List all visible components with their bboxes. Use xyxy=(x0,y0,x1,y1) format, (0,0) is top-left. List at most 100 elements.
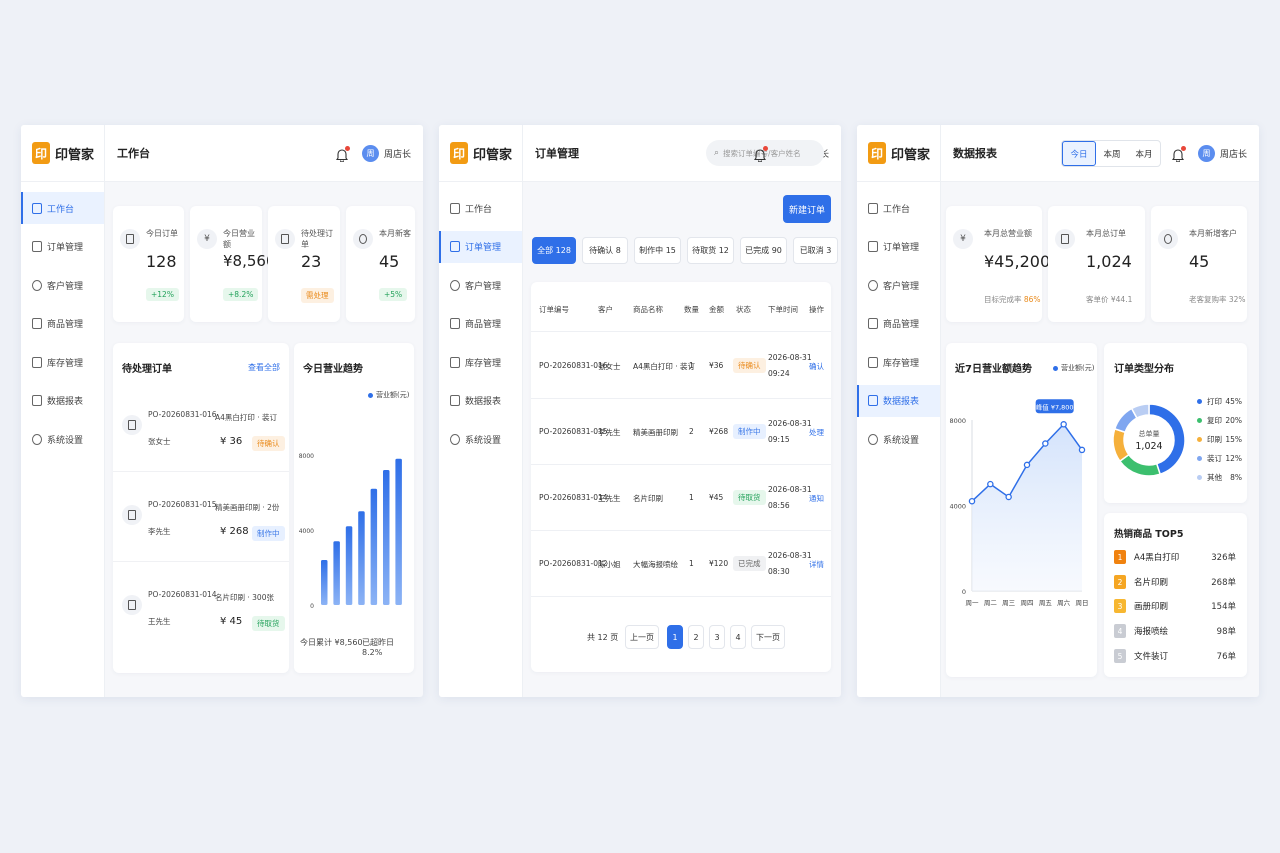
pending-row[interactable]: PO-20260831-015 李先生 精美画册印刷 · 2份 ¥ 268 制作… xyxy=(113,488,289,562)
user-name[interactable]: 周店长 xyxy=(1220,147,1247,160)
tab-to-pickup[interactable]: 待取货 12 xyxy=(687,237,734,264)
sidebar-item-orders[interactable]: 订单管理 xyxy=(857,231,940,263)
home-icon xyxy=(32,202,42,214)
table-row[interactable]: PO-20260831-014 王先生 名片印刷 1 ¥45 待取货 2026-… xyxy=(531,465,831,531)
page-button[interactable]: 3 xyxy=(709,625,725,649)
sidebar-item-label: 客户管理 xyxy=(465,281,502,292)
sidebar-item-inventory[interactable]: 库存管理 xyxy=(21,346,104,378)
sidebar-item-reports[interactable]: 数据报表 xyxy=(857,384,940,417)
sidebar-item-inventory[interactable]: 库存管理 xyxy=(857,346,940,378)
list-item[interactable]: 2 名片印刷 268单 xyxy=(1114,575,1236,589)
amount: ¥120 xyxy=(709,559,729,568)
sidebar-item-settings[interactable]: 系统设置 xyxy=(439,423,522,455)
table-row[interactable]: PO-20260831-012 陈小姐 大幅海报喷绘 1 ¥120 已完成 20… xyxy=(531,531,831,597)
logo[interactable]: 印 印管家 xyxy=(857,125,940,182)
sidebar-item-customers[interactable]: 客户管理 xyxy=(857,269,940,301)
section-title: 近7日营业额趋势 xyxy=(955,364,1032,375)
sidebar-item-label: 客户管理 xyxy=(883,281,920,292)
pending-orders-card: 待处理订单 查看全部 PO-20260831-016 张女士 A4黑白打印 · … xyxy=(113,343,289,673)
page-button[interactable]: 2 xyxy=(688,625,704,649)
x-tick-label: 周四 xyxy=(1021,599,1034,607)
sidebar-item-workbench[interactable]: 工作台 xyxy=(439,192,522,224)
chart-legend: 营业额(元) xyxy=(1053,363,1094,373)
bell-icon[interactable] xyxy=(1171,145,1186,162)
product-name: A4黑白打印 · 装订 xyxy=(633,362,696,371)
table-row[interactable]: PO-20260831-016 张女士 A4黑白打印 · 装订 1 ¥36 待确… xyxy=(531,333,831,399)
page-button[interactable]: 1 xyxy=(667,625,683,649)
sidebar-item-orders[interactable]: 订单管理 xyxy=(21,231,104,263)
data-point xyxy=(1078,446,1086,454)
pending-row[interactable]: PO-20260831-014 王先生 名片印刷 · 300张 ¥ 45 待取货 xyxy=(113,578,289,652)
period-month[interactable]: 本月 xyxy=(1128,141,1160,166)
sidebar-item-label: 商品管理 xyxy=(465,320,502,330)
page-button[interactable]: 4 xyxy=(730,625,746,649)
user-name[interactable]: 周店长 xyxy=(384,147,411,160)
stat-label: 本月新客 xyxy=(379,229,411,238)
sidebar-item-products[interactable]: 商品管理 xyxy=(21,308,104,340)
nav-list: 工作台 订单管理 客户管理 商品管理 库存管理 数据报表 系统设置 xyxy=(21,192,104,455)
stat-badge: +8.2% xyxy=(223,288,259,301)
order-time: 09:15 xyxy=(768,435,790,444)
tab-cancelled[interactable]: 已取消 3 xyxy=(793,237,838,264)
sidebar-item-inventory[interactable]: 库存管理 xyxy=(439,346,522,378)
tab-all[interactable]: 全部 128 xyxy=(532,237,576,264)
row-action-link[interactable]: 处理 xyxy=(809,427,824,438)
list-item[interactable]: 1 A4黑白打印 326单 xyxy=(1114,550,1236,564)
pending-row[interactable]: PO-20260831-016 张女士 A4黑白打印 · 装订 ¥ 36 待确认 xyxy=(113,398,289,472)
list-item[interactable]: 4 海报喷绘 98单 xyxy=(1114,624,1236,638)
notification-dot xyxy=(762,145,768,151)
data-point xyxy=(1023,461,1031,469)
sidebar-item-workbench[interactable]: 工作台 xyxy=(21,192,104,224)
sidebar-item-workbench[interactable]: 工作台 xyxy=(857,192,940,224)
avatar[interactable]: 周 xyxy=(1197,144,1215,162)
order-id: PO-20260831-016 xyxy=(148,410,217,419)
bell-icon[interactable] xyxy=(753,145,768,162)
sidebar-item-products[interactable]: 商品管理 xyxy=(857,308,940,340)
column-header: 数量 xyxy=(684,305,699,314)
avatar[interactable]: 周 xyxy=(361,144,379,162)
sidebar-item-reports[interactable]: 数据报表 xyxy=(21,385,104,417)
row-action-link[interactable]: 详情 xyxy=(809,559,824,570)
tab-in-production[interactable]: 制作中 15 xyxy=(634,237,681,264)
sidebar-item-orders[interactable]: 订单管理 xyxy=(439,230,522,263)
order-date: 2026-08-31 xyxy=(768,551,812,560)
list-item[interactable]: 5 文件装订 76单 xyxy=(1114,649,1236,663)
x-tick-label: 周三 xyxy=(1002,599,1016,607)
sidebar-item-settings[interactable]: 系统设置 xyxy=(21,423,104,455)
gear-icon xyxy=(868,433,878,445)
document-icon xyxy=(275,229,295,249)
logo[interactable]: 印 印管家 xyxy=(21,125,104,182)
sidebar-item-label: 订单管理 xyxy=(465,243,502,253)
data-point xyxy=(987,480,994,488)
new-order-button[interactable]: 新建订单 xyxy=(783,195,831,223)
sidebar-item-customers[interactable]: 客户管理 xyxy=(439,269,522,301)
sidebar-item-products[interactable]: 商品管理 xyxy=(439,308,522,340)
bell-icon[interactable] xyxy=(335,145,350,162)
stat-value: 45 xyxy=(1189,252,1210,271)
chart-icon xyxy=(868,395,878,406)
list-item[interactable]: 3 画册印刷 154单 xyxy=(1114,599,1236,613)
sidebar-item-reports[interactable]: 数据报表 xyxy=(439,385,522,417)
row-action-link[interactable]: 通知 xyxy=(809,493,824,504)
prev-page-button[interactable]: 上一页 xyxy=(625,625,659,649)
sidebar-item-label: 工作台 xyxy=(465,204,493,215)
stat-value: 45 xyxy=(379,252,400,271)
view-all-link[interactable]: 查看全部 xyxy=(248,362,280,373)
nav-list: 工作台 订单管理 客户管理 商品管理 库存管理 数据报表 系统设置 xyxy=(439,192,522,455)
tab-pending-confirm[interactable]: 待确认 8 xyxy=(582,237,628,264)
period-today[interactable]: 今日 xyxy=(1062,141,1096,166)
sidebar-item-customers[interactable]: 客户管理 xyxy=(21,269,104,301)
row-action-link[interactable]: 确认 xyxy=(809,361,824,372)
sidebar-item-settings[interactable]: 系统设置 xyxy=(857,423,940,455)
period-week[interactable]: 本周 xyxy=(1096,141,1128,166)
logo[interactable]: 印 印管家 xyxy=(439,125,522,182)
customer-name: 张女士 xyxy=(148,437,171,446)
table-row[interactable]: PO-20260831-015 李先生 精美画册印刷 2 ¥268 制作中 20… xyxy=(531,399,831,465)
stat-label: 待处理订单 xyxy=(301,229,333,249)
box-icon xyxy=(868,318,878,329)
next-page-button[interactable]: 下一页 xyxy=(751,625,785,649)
page-total: 共 12 页 xyxy=(587,633,619,642)
tab-completed[interactable]: 已完成 90 xyxy=(740,237,787,264)
notification-dot xyxy=(1180,145,1186,151)
chart-icon xyxy=(450,395,460,406)
